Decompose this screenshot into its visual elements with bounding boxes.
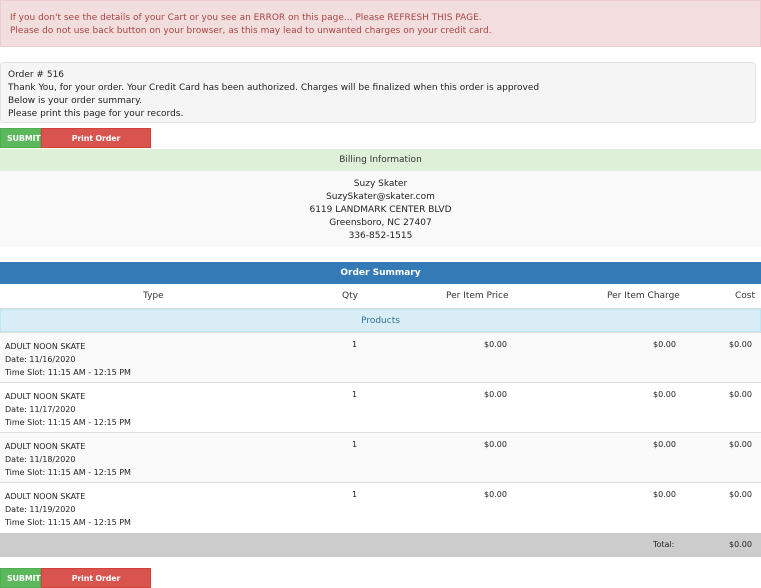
item-time-slot: Time Slot: 11:15 AM - 12:15 PM — [5, 368, 131, 377]
column-per-item-price: Per Item Price — [446, 291, 509, 301]
column-cost: Cost — [735, 291, 756, 301]
item-charge: $0.00 — [653, 490, 676, 499]
item-charge: $0.00 — [653, 440, 676, 449]
item-time-slot: Time Slot: 11:15 AM - 12:15 PM — [5, 518, 131, 527]
column-type: Type — [143, 291, 164, 301]
billing-name: Suzy Skater — [353, 179, 408, 189]
item-price: $0.00 — [484, 440, 507, 449]
billing-information-heading: Billing Information — [0, 149, 761, 171]
item-qty: 1 — [352, 490, 358, 499]
item-qty: 1 — [352, 440, 358, 449]
item-charge: $0.00 — [653, 390, 676, 399]
table-row: ADULT NOON SKATE Date: 11/18/2020 Time S… — [0, 432, 761, 482]
item-details: ADULT NOON SKATE Date: 11/18/2020 Time S… — [5, 440, 131, 479]
column-qty: Qty — [342, 291, 358, 301]
item-cost: $0.00 — [729, 340, 752, 349]
billing-city: Greensboro, NC 27407 — [329, 218, 432, 228]
item-details: ADULT NOON SKATE Date: 11/19/2020 Time S… — [5, 490, 131, 529]
item-name: ADULT NOON SKATE — [5, 392, 86, 401]
item-qty: 1 — [352, 340, 358, 349]
bottom-button-row: SUBMIT Print Order Confirmation — [0, 568, 151, 588]
item-date: Date: 11/16/2020 — [5, 355, 76, 364]
item-details: ADULT NOON SKATE Date: 11/17/2020 Time S… — [5, 390, 131, 429]
submit-button[interactable]: SUBMIT — [0, 568, 41, 588]
billing-information-body: Suzy Skater SuzySkater@skater.com 6119 L… — [0, 171, 761, 247]
item-name: ADULT NOON SKATE — [5, 342, 86, 351]
top-button-row: SUBMIT Print Order Confirmation — [0, 128, 151, 163]
item-date: Date: 11/17/2020 — [5, 405, 76, 414]
item-cost: $0.00 — [729, 390, 752, 399]
item-price: $0.00 — [484, 340, 507, 349]
table-row: ADULT NOON SKATE Date: 11/19/2020 Time S… — [0, 482, 761, 532]
item-charge: $0.00 — [653, 340, 676, 349]
confirmation-line-3: Please print this page for your records. — [8, 109, 184, 119]
table-row: ADULT NOON SKATE Date: 11/17/2020 Time S… — [0, 382, 761, 432]
print-order-confirmation-button[interactable]: Print Order Confirmation — [41, 128, 151, 163]
item-cost: $0.00 — [729, 490, 752, 499]
alert-line-2: Please do not use back button on your br… — [10, 26, 492, 36]
refresh-warning-alert: If you don't see the details of your Car… — [0, 0, 761, 47]
item-time-slot: Time Slot: 11:15 AM - 12:15 PM — [5, 468, 131, 477]
item-name: ADULT NOON SKATE — [5, 492, 86, 501]
table-row: ADULT NOON SKATE Date: 11/16/2020 Time S… — [0, 332, 761, 382]
order-summary-column-headers: Type Qty Per Item Price Per Item Charge … — [0, 284, 761, 309]
confirmation-line-1: Thank You, for your order. Your Credit C… — [8, 83, 540, 93]
billing-address: 6119 LANDMARK CENTER BLVD — [309, 205, 452, 215]
item-time-slot: Time Slot: 11:15 AM - 12:15 PM — [5, 418, 131, 427]
products-section-header: Products — [0, 309, 761, 332]
column-per-item-charge: Per Item Charge — [607, 291, 680, 301]
item-price: $0.00 — [484, 390, 507, 399]
item-cost: $0.00 — [729, 440, 752, 449]
billing-email: SuzySkater@skater.com — [326, 192, 435, 202]
alert-line-1: If you don't see the details of your Car… — [10, 13, 482, 23]
confirmation-line-2: Below is your order summary. — [8, 96, 142, 106]
billing-phone: 336-852-1515 — [348, 231, 413, 241]
total-value: $0.00 — [729, 540, 752, 549]
item-qty: 1 — [352, 390, 358, 399]
item-name: ADULT NOON SKATE — [5, 442, 86, 451]
item-price: $0.00 — [484, 490, 507, 499]
total-label: Total: — [653, 540, 675, 549]
item-details: ADULT NOON SKATE Date: 11/16/2020 Time S… — [5, 340, 131, 379]
item-date: Date: 11/18/2020 — [5, 455, 76, 464]
item-date: Date: 11/19/2020 — [5, 505, 76, 514]
print-order-confirmation-button[interactable]: Print Order Confirmation — [41, 568, 151, 588]
order-confirmation-panel: Order # 516 Thank You, for your order. Y… — [0, 62, 756, 123]
total-row: Total: $0.00 — [0, 533, 761, 557]
order-number: Order # 516 — [8, 70, 65, 80]
submit-button[interactable]: SUBMIT — [0, 128, 41, 148]
order-summary-heading: Order Summary — [0, 262, 761, 284]
